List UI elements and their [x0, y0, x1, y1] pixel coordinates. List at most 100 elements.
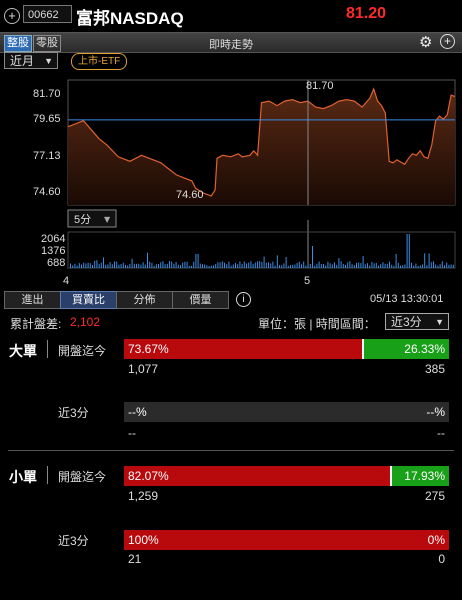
- volume-bar: [353, 265, 355, 268]
- volume-bar: [235, 263, 236, 268]
- volume-bar: [334, 262, 335, 268]
- volume-bar: [424, 253, 426, 268]
- tab-inout[interactable]: 進出: [4, 291, 61, 309]
- cumulative-diff-value: 2,102: [70, 315, 101, 329]
- volume-bar: [184, 261, 186, 268]
- volume-bar: [94, 260, 96, 268]
- chart-title: 即時走勢: [209, 39, 253, 51]
- volume-bar: [404, 264, 406, 268]
- y-tick-label: 77.13: [33, 150, 61, 162]
- volume-bar: [208, 266, 210, 268]
- volume-bar: [265, 262, 267, 268]
- gear-icon[interactable]: ⚙: [419, 33, 432, 51]
- volume-bar: [452, 264, 454, 268]
- volume-bar: [151, 262, 153, 268]
- y-tick-label: 81.70: [33, 88, 61, 100]
- tab-odd-lot[interactable]: 零股: [33, 35, 61, 52]
- volume-bar: [384, 263, 386, 268]
- volume-bar: [219, 262, 221, 268]
- buy-quantity: 1,077: [128, 362, 159, 376]
- volume-bar: [351, 264, 353, 268]
- period-select[interactable]: 近月 ▼: [4, 52, 58, 69]
- volume-bar: [257, 261, 258, 268]
- volume-bar: [70, 263, 71, 268]
- buy-percent: 73.67%: [128, 342, 169, 356]
- zoom-in-icon[interactable]: +: [4, 8, 20, 24]
- sell-percent: --%: [426, 405, 445, 419]
- volume-bar: [138, 263, 140, 268]
- period-select-value: 近月: [10, 54, 35, 68]
- section-divider: [8, 450, 454, 451]
- volume-bar: [140, 264, 142, 268]
- volume-bar: [364, 264, 366, 268]
- volume-interval-value: 5分: [74, 213, 91, 226]
- big-recent-bar: --% --%: [124, 402, 449, 422]
- volume-bar: [186, 261, 188, 268]
- sell-quantity: 0: [438, 552, 445, 566]
- info-icon[interactable]: i: [236, 292, 251, 307]
- volume-bar: [197, 254, 199, 268]
- stock-code-input[interactable]: 00662: [23, 5, 72, 23]
- analysis-tabs: 進出 買賣比 分佈 價量 i 05/13 13:30:01: [0, 291, 462, 309]
- small-order-title: 小單: [9, 469, 37, 485]
- header-bar: + 00662 富邦NASDAQ 81.20: [0, 0, 462, 32]
- x-tick-label: 5: [304, 275, 310, 287]
- volume-bar: [281, 265, 283, 268]
- volume-bar: [380, 264, 382, 268]
- price-chart[interactable]: 81.70 79.65 77.13 74.60 81.70 74.60 5分 ▼…: [0, 72, 462, 287]
- volume-bar: [228, 261, 230, 268]
- tab-price-volume[interactable]: 價量: [172, 291, 229, 309]
- volume-bar: [329, 263, 331, 268]
- volume-bar: [426, 265, 428, 268]
- volume-bar: [406, 234, 408, 268]
- chevron-down-icon: ▼: [44, 56, 53, 66]
- buy-quantity: --: [128, 426, 136, 440]
- volume-bar: [345, 264, 346, 268]
- volume-bar: [191, 265, 192, 268]
- y-tick-label: 79.65: [33, 113, 61, 125]
- volume-bar: [169, 261, 170, 268]
- volume-bar: [76, 265, 78, 268]
- volume-bar: [175, 262, 177, 268]
- bar-separator: [362, 339, 364, 359]
- volume-bar: [395, 253, 397, 268]
- small-open-bar: 82.07% 17.93%: [124, 466, 449, 486]
- volume-bar: [367, 263, 368, 268]
- volume-bar: [129, 263, 131, 268]
- volume-bar: [96, 260, 98, 268]
- summary-row: 累計盤差: 2,102 單位：張 | 時間區間： 近3分 ▼: [0, 313, 462, 333]
- volume-bar: [125, 264, 126, 268]
- volume-bar: [149, 261, 151, 268]
- volume-bar: [142, 262, 144, 268]
- volume-bar: [331, 264, 333, 268]
- interval-select[interactable]: 近3分 ▼: [385, 313, 449, 330]
- volume-bar: [89, 263, 91, 268]
- chart-toolbar: 即時走勢 整股 零股 ⚙ +: [0, 32, 462, 53]
- volume-interval-select[interactable]: 5分 ▼: [67, 209, 117, 228]
- volume-bar: [111, 264, 113, 268]
- tab-distribution[interactable]: 分佈: [116, 291, 173, 309]
- volume-tick-label: 2064: [41, 233, 65, 245]
- volume-bar: [437, 265, 439, 268]
- big-order-title: 大單: [9, 343, 37, 359]
- volume-bar: [133, 263, 135, 268]
- add-circle-icon[interactable]: +: [440, 34, 455, 49]
- tab-buy-sell-ratio[interactable]: 買賣比: [60, 291, 117, 309]
- tab-whole-lot[interactable]: 整股: [4, 35, 32, 52]
- volume-bar: [122, 262, 124, 268]
- volume-bar: [391, 264, 393, 268]
- volume-bar: [448, 264, 450, 268]
- volume-bar: [276, 255, 278, 268]
- volume-bar: [378, 265, 379, 268]
- volume-bar: [202, 264, 203, 268]
- volume-bar: [250, 261, 252, 268]
- volume-bar: [72, 265, 74, 268]
- volume-bar: [116, 261, 118, 268]
- volume-bar: [296, 263, 298, 268]
- volume-bar: [217, 262, 219, 268]
- volume-bar: [147, 252, 148, 268]
- volume-bar: [369, 265, 371, 268]
- volume-bar: [261, 261, 263, 268]
- chevron-down-icon: ▼: [435, 317, 444, 327]
- volume-bar: [360, 263, 362, 268]
